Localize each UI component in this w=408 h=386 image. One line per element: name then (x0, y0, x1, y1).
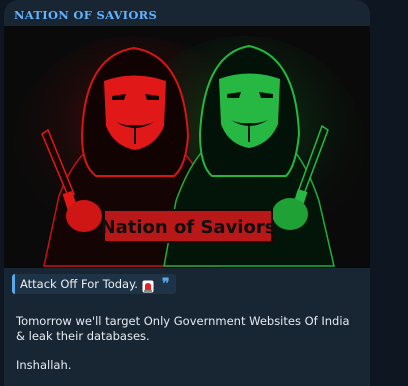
hacker-poster-illustration: Nation of Saviors (4, 26, 370, 268)
message-closing-line: Inshallah. (16, 358, 72, 372)
banner-title: Nation of Saviors (101, 217, 276, 238)
quoted-line[interactable]: Attack Off For Today. (12, 274, 176, 294)
message-body-line: Tomorrow we'll target Only Government We… (16, 314, 350, 343)
channel-name[interactable]: NATION OF SAVIORS (14, 8, 157, 22)
quote-text: Attack Off For Today. (20, 277, 138, 291)
message-image[interactable]: Nation of Saviors (4, 26, 370, 268)
chat-background (372, 0, 408, 386)
message-text: Tomorrow we'll target Only Government We… (16, 314, 362, 373)
quote-icon: ❞ (162, 276, 170, 292)
channel-message[interactable]: NATION OF SAVIORS Nation of Saviors Atta… (4, 0, 370, 386)
poster-banner: Nation of Saviors (101, 209, 276, 243)
alarm-light-icon (142, 278, 154, 292)
